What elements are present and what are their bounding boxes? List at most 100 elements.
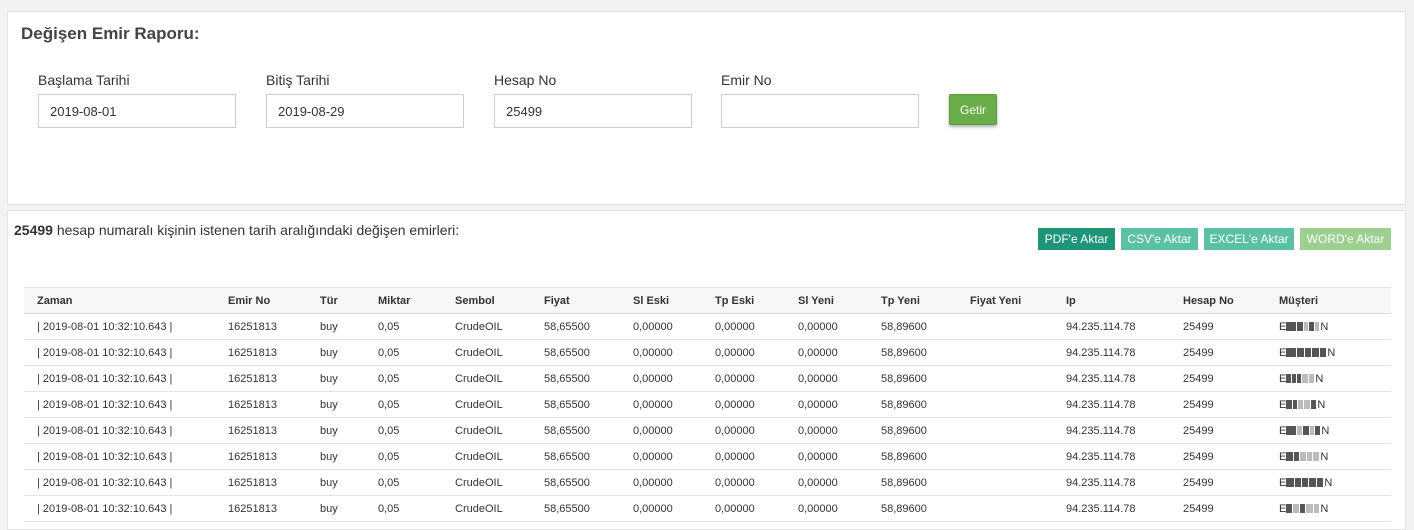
cell-hesap-no: 25499	[1170, 495, 1266, 522]
cell-ip: 94.235.114.78	[1053, 365, 1170, 392]
cell-miktar: 0,05	[365, 417, 442, 444]
col-header[interactable]: Sembol	[442, 287, 531, 314]
cell-fiyat: 58,65500	[531, 469, 620, 496]
cell-ip: 94.235.114.78	[1053, 339, 1170, 366]
col-header[interactable]: Tp Yeni	[868, 287, 957, 314]
start-date-input[interactable]	[38, 94, 236, 128]
table-row[interactable]: | 2019-08-01 10:32:10.643 | 16251813 buy 0,…	[24, 339, 1391, 366]
cell-zaman: | 2019-08-01 10:32:10.643 |	[24, 469, 215, 496]
cell-fiyat-yeni	[957, 495, 1053, 522]
getir-button[interactable]: Getir	[949, 94, 997, 125]
cell-tp-yeni: 58,89600	[868, 469, 957, 496]
col-header[interactable]: Sl Yeni	[785, 287, 868, 314]
cell-tur: buy	[307, 495, 365, 522]
cell-hesap-no: 25499	[1170, 339, 1266, 366]
col-header[interactable]: Fiyat	[531, 287, 620, 314]
cell-tp-eski: 0,00000	[702, 391, 785, 418]
col-header[interactable]: Miktar	[365, 287, 442, 314]
cell-zaman: | 2019-08-01 10:32:10.643 |	[24, 339, 215, 366]
cell-emir-no: 16251813	[215, 365, 307, 392]
col-header[interactable]: Emir No	[215, 287, 307, 314]
cell-hesap-no: 25499	[1170, 417, 1266, 444]
export-csv-button[interactable]: CSV'e Aktar	[1121, 228, 1198, 250]
cell-tp-yeni: 58,89600	[868, 365, 957, 392]
cell-sl-eski: 0,00000	[620, 469, 702, 496]
redaction-mask	[1286, 425, 1321, 437]
customer-final: N	[1320, 450, 1329, 463]
end-date-input[interactable]	[266, 94, 464, 128]
col-header[interactable]: Hesap No	[1170, 287, 1266, 314]
cell-sembol: CrudeOIL	[442, 365, 531, 392]
cell-miktar: 0,05	[365, 365, 442, 392]
cell-fiyat: 58,65500	[531, 313, 620, 340]
cell-musteri: EN	[1266, 495, 1391, 522]
customer-final: N	[1327, 346, 1336, 359]
cell-fiyat-yeni	[957, 313, 1053, 340]
account-no-input[interactable]	[494, 94, 692, 128]
cell-tp-yeni: 58,89600	[868, 339, 957, 366]
cell-sl-yeni: 0,00000	[785, 443, 868, 470]
col-header[interactable]: Fiyat Yeni	[957, 287, 1053, 314]
cell-zaman: | 2019-08-01 10:32:10.643 |	[24, 365, 215, 392]
table-row[interactable]: | 2019-08-01 10:32:10.643 | 16251813 buy 0,…	[24, 443, 1391, 470]
cell-musteri: EN	[1266, 469, 1391, 496]
table-row[interactable]: | 2019-08-01 10:32:10.643 | 16251813 buy 0,…	[24, 313, 1391, 340]
cell-emir-no: 16251813	[215, 495, 307, 522]
col-header[interactable]: Zaman	[24, 287, 215, 314]
filter-panel: Değişen Emir Raporu: Başlama Tarihi Biti…	[7, 11, 1406, 205]
cell-tp-eski: 0,00000	[702, 339, 785, 366]
cell-tp-yeni: 58,89600	[868, 443, 957, 470]
report-panel: 25499 hesap numaralı kişinin istenen tar…	[7, 210, 1406, 530]
cell-tp-eski: 0,00000	[702, 365, 785, 392]
table-row[interactable]: | 2019-08-01 10:32:10.643 | 16251813 buy 0,…	[24, 391, 1391, 418]
cell-emir-no: 16251813	[215, 313, 307, 340]
order-no-input[interactable]	[721, 94, 919, 128]
cell-tp-eski: 0,00000	[702, 417, 785, 444]
export-word-button[interactable]: WORD'e Aktar	[1300, 228, 1391, 250]
cell-ip: 94.235.114.78	[1053, 313, 1170, 340]
cell-miktar: 0,05	[365, 443, 442, 470]
cell-sl-eski: 0,00000	[620, 391, 702, 418]
cell-sl-eski: 0,00000	[620, 365, 702, 392]
cell-tp-yeni: 58,89600	[868, 391, 957, 418]
cell-miktar: 0,05	[365, 469, 442, 496]
cell-sembol: CrudeOIL	[442, 339, 531, 366]
table-row[interactable]: | 2019-08-01 10:32:10.643 | 16251813 buy 0,…	[24, 495, 1391, 522]
col-header[interactable]: Müşteri	[1266, 287, 1391, 314]
customer-final: N	[1315, 372, 1324, 385]
cell-tp-yeni: 58,89600	[868, 313, 957, 340]
export-excel-button[interactable]: EXCEL'e Aktar	[1204, 228, 1294, 250]
cell-emir-no: 16251813	[215, 339, 307, 366]
cell-fiyat-yeni	[957, 339, 1053, 366]
cell-miktar: 0,05	[365, 495, 442, 522]
redaction-mask	[1286, 399, 1317, 411]
cell-sl-yeni: 0,00000	[785, 417, 868, 444]
cell-musteri: EN	[1266, 339, 1391, 366]
cell-fiyat: 58,65500	[531, 443, 620, 470]
cell-zaman: | 2019-08-01 10:32:10.643 |	[24, 495, 215, 522]
cell-fiyat-yeni	[957, 365, 1053, 392]
col-header[interactable]: Sl Eski	[620, 287, 702, 314]
cell-hesap-no: 25499	[1170, 469, 1266, 496]
cell-sl-eski: 0,00000	[620, 339, 702, 366]
export-pdf-button[interactable]: PDF'e Aktar	[1038, 228, 1115, 250]
customer-final: N	[1320, 320, 1329, 333]
col-header[interactable]: Ip	[1053, 287, 1170, 314]
cell-tur: buy	[307, 313, 365, 340]
cell-ip: 94.235.114.78	[1053, 443, 1170, 470]
col-header[interactable]: Tür	[307, 287, 365, 314]
cell-tur: buy	[307, 391, 365, 418]
report-summary: 25499 hesap numaralı kişinin istenen tar…	[14, 222, 459, 238]
cell-tur: buy	[307, 469, 365, 496]
cell-musteri: EN	[1266, 443, 1391, 470]
table-row[interactable]: | 2019-08-01 10:32:10.643 | 16251813 buy 0,…	[24, 365, 1391, 392]
cell-hesap-no: 25499	[1170, 391, 1266, 418]
cell-zaman: | 2019-08-01 10:32:10.643 |	[24, 313, 215, 340]
cell-sembol: CrudeOIL	[442, 469, 531, 496]
col-header[interactable]: Tp Eski	[702, 287, 785, 314]
table-row[interactable]: | 2019-08-01 10:32:10.643 | 16251813 buy 0,…	[24, 469, 1391, 496]
cell-ip: 94.235.114.78	[1053, 417, 1170, 444]
redaction-mask	[1286, 347, 1327, 359]
table-row[interactable]: | 2019-08-01 10:32:10.643 | 16251813 buy 0,…	[24, 417, 1391, 444]
account-no-label: Hesap No	[494, 72, 557, 88]
